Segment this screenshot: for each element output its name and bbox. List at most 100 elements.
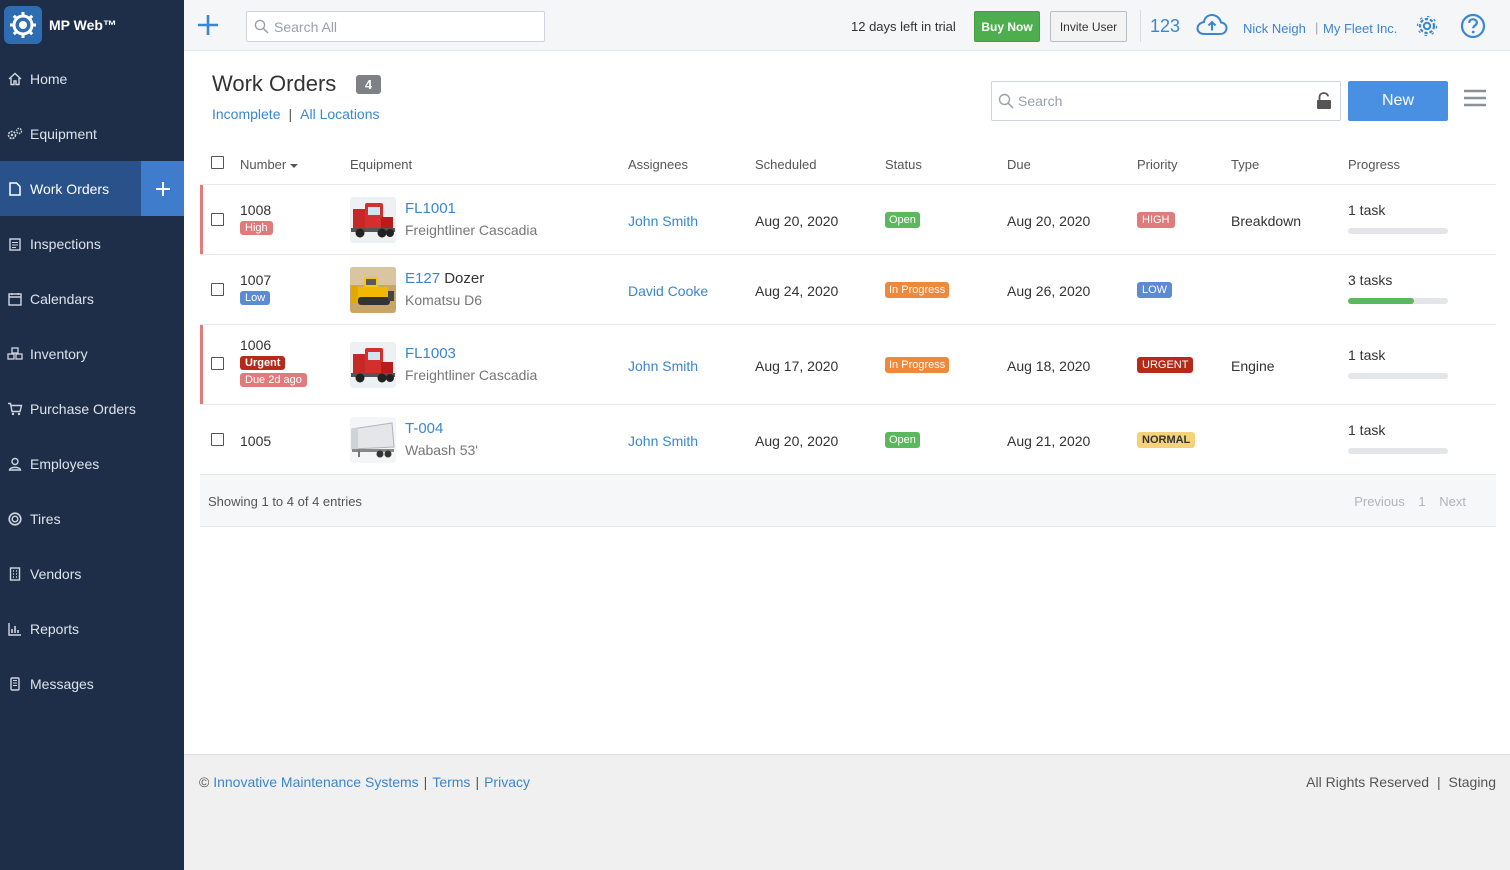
gear-icon[interactable] [1415, 14, 1439, 41]
sidebar-item-label: Vendors [30, 565, 82, 582]
global-search-input[interactable] [274, 18, 534, 35]
dozer-thumbnail [350, 267, 396, 313]
sidebar-item-label: Inspections [30, 235, 101, 252]
equipment-link[interactable]: FL1001 [405, 200, 456, 217]
equipment-id: T-004 [405, 420, 444, 437]
count-badge: 4 [356, 75, 381, 94]
footer-separator: | [475, 774, 480, 790]
sidebar-item-home[interactable]: Home [0, 51, 184, 106]
notification-count-link[interactable]: 123 [1150, 16, 1180, 37]
gear-logo-icon [4, 6, 42, 44]
footer-links: © Innovative Maintenance Systems | Terms | P… [199, 774, 530, 790]
due-tag: Due 2d ago [240, 373, 307, 387]
help-icon[interactable] [1460, 13, 1486, 42]
lock-icon[interactable] [1316, 92, 1332, 113]
footer-rights: All Rights Reserved | Staging [1306, 774, 1496, 790]
home-icon [7, 71, 23, 87]
global-search[interactable] [246, 11, 545, 42]
brand[interactable]: MP Web™ [0, 0, 184, 50]
sidebar-item-employees[interactable]: Employees [0, 436, 184, 491]
assignee-link[interactable]: David Cooke [628, 283, 708, 299]
row-checkbox[interactable] [211, 357, 224, 370]
scheduled-date: Aug 17, 2020 [755, 358, 839, 374]
table-row[interactable]: 1007 Low E127 Dozer Komatsu D6 David Coo… [200, 255, 1496, 325]
quick-add-button[interactable] [194, 11, 222, 39]
sidebar-item-label: Equipment [30, 125, 97, 142]
progress-bar [1348, 228, 1448, 234]
sidebar-item-inspections[interactable]: Inspections [0, 216, 184, 271]
sidebar-item-work-orders[interactable]: Work Orders [0, 161, 184, 216]
equipment-link[interactable]: E127 Dozer [405, 270, 484, 287]
new-work-order-button[interactable]: New [1348, 81, 1448, 121]
truck-thumbnail [350, 342, 396, 388]
assignee-link[interactable]: John Smith [628, 213, 698, 229]
buy-now-button[interactable]: Buy Now [974, 11, 1040, 42]
progress-text: 1 task [1348, 202, 1386, 218]
page-number-button[interactable]: 1 [1418, 494, 1425, 509]
privacy-link[interactable]: Privacy [484, 774, 530, 790]
previous-page-button[interactable]: Previous [1354, 494, 1405, 509]
sidebar-item-tires[interactable]: Tires [0, 491, 184, 546]
column-status[interactable]: Status [885, 157, 922, 172]
terms-link[interactable]: Terms [432, 774, 470, 790]
footer-separator: | [1436, 774, 1441, 790]
sidebar-item-label: Employees [30, 455, 100, 472]
column-scheduled[interactable]: Scheduled [755, 157, 816, 172]
sidebar-item-label: Purchase Orders [30, 400, 136, 417]
sidebar-item-equipment[interactable]: Equipment [0, 106, 184, 161]
table-row[interactable]: 1006 Urgent Due 2d ago FL1003 Freightlin… [200, 325, 1496, 405]
list-search-input[interactable] [1018, 93, 1308, 109]
user-profile-link[interactable]: Nick Neigh [1243, 21, 1306, 36]
location-filter-link[interactable]: All Locations [300, 106, 379, 122]
sidebar-item-purchase-orders[interactable]: Purchase Orders [0, 381, 184, 436]
equipment-link[interactable]: FL1003 [405, 345, 456, 362]
column-assignees[interactable]: Assignees [628, 157, 688, 172]
number-text: 1007 [240, 272, 272, 288]
company-link[interactable]: My Fleet Inc. [1323, 21, 1397, 36]
page-footer: © Innovative Maintenance Systems | Terms | P… [184, 754, 1510, 870]
cloud-upload-icon[interactable] [1196, 13, 1228, 40]
list-search[interactable] [991, 81, 1341, 121]
work-order-number[interactable]: 1005 [240, 433, 271, 449]
assignee-link[interactable]: John Smith [628, 358, 698, 374]
company-footer-link[interactable]: Innovative Maintenance Systems [213, 774, 418, 790]
sidebar-item-calendars[interactable]: Calendars [0, 271, 184, 326]
column-number[interactable]: Number [240, 157, 298, 172]
sidebar-item-reports[interactable]: Reports [0, 601, 184, 656]
row-checkbox[interactable] [211, 283, 224, 296]
priority-tag: High [240, 221, 273, 235]
row-checkbox[interactable] [211, 433, 224, 446]
number-text: 1006 [240, 337, 272, 353]
work-order-number[interactable]: 1008 High [240, 202, 273, 235]
table-row[interactable]: 1008 High FL1001 Freightliner Cascadia J… [200, 185, 1496, 255]
status-badge: Open [885, 212, 920, 228]
column-type[interactable]: Type [1231, 157, 1259, 172]
sidebar-item-inventory[interactable]: Inventory [0, 326, 184, 381]
next-page-button[interactable]: Next [1439, 494, 1466, 509]
equipment-model: Wabash 53' [405, 442, 478, 458]
scheduled-date: Aug 20, 2020 [755, 433, 839, 449]
work-order-number[interactable]: 1006 Urgent Due 2d ago [240, 337, 307, 387]
column-due[interactable]: Due [1007, 157, 1031, 172]
progress-bar [1348, 448, 1448, 454]
column-priority[interactable]: Priority [1137, 157, 1177, 172]
equipment-link[interactable]: T-004 [405, 420, 443, 437]
sidebar-item-vendors[interactable]: Vendors [0, 546, 184, 601]
row-checkbox[interactable] [211, 213, 224, 226]
column-equipment[interactable]: Equipment [350, 157, 412, 172]
hamburger-menu-icon[interactable] [1464, 89, 1486, 110]
sidebar-item-messages[interactable]: Messages [0, 656, 184, 711]
assignee-link[interactable]: John Smith [628, 433, 698, 449]
table-row[interactable]: 1005 T-004 Wabash 53' John Smith Aug 20,… [200, 405, 1496, 475]
tire-icon [7, 511, 23, 527]
status-badge: In Progress [885, 282, 950, 298]
search-icon [998, 93, 1014, 109]
status-filter-link[interactable]: Incomplete [212, 106, 280, 122]
column-progress[interactable]: Progress [1348, 157, 1400, 172]
invite-user-button[interactable]: Invite User [1050, 11, 1127, 42]
select-all-checkbox[interactable] [211, 156, 224, 169]
work-order-number[interactable]: 1007 Low [240, 272, 271, 305]
sidebar-item-label: Work Orders [30, 180, 110, 197]
sidebar-item-label: Inventory [30, 345, 88, 362]
add-work-order-button[interactable] [141, 161, 184, 216]
